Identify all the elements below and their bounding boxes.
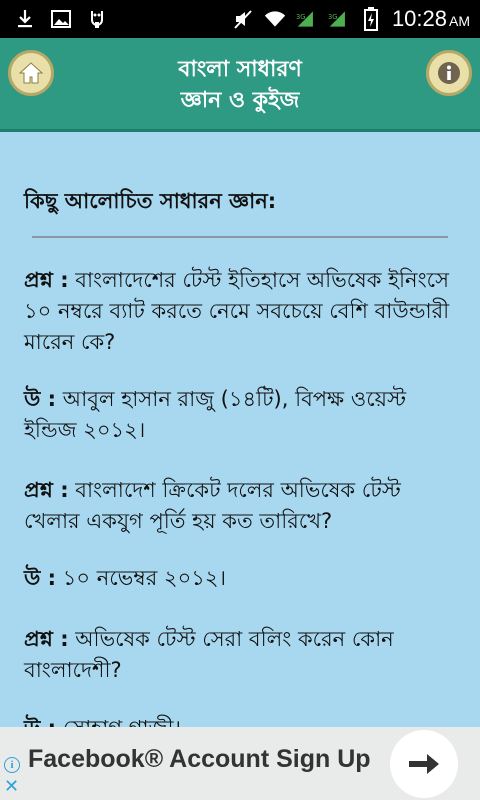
title-line-2: জ্ঞান ও কুইজ xyxy=(180,88,300,113)
qa-item: প্রশ্ন : বাংলাদেশ ক্রিকেট দলের অভিষেক টে… xyxy=(24,475,460,537)
question-label: প্রশ্ন : xyxy=(24,268,69,292)
page-title: বাংলা সাধারণ জ্ঞান ও কুইজ xyxy=(90,54,390,116)
home-button[interactable] xyxy=(8,50,54,96)
ad-info-icon[interactable]: i xyxy=(4,757,20,773)
title-line-1: বাংলা সাধারণ xyxy=(178,57,302,82)
answer-label: উ : xyxy=(24,716,56,727)
answer-text: ১০ নভেম্বর ২০১২। xyxy=(56,566,227,590)
question-text: অভিষেক টেস্ট সেরা বলিং করেন কোন বাংলাদেশ… xyxy=(24,627,394,682)
divider xyxy=(32,236,448,238)
info-button[interactable] xyxy=(426,50,472,96)
ad-arrow-button[interactable] xyxy=(390,730,458,798)
battery-icon xyxy=(360,7,382,31)
answer-text: আবুল হাসান রাজু (১৪টি), বিপক্ষ ওয়েস্ট ই… xyxy=(24,387,407,442)
svg-text:3G: 3G xyxy=(296,13,306,21)
info-icon xyxy=(438,62,460,84)
answer-label: উ : xyxy=(24,566,57,590)
content-area[interactable]: কিছু আলোচিত সাধারন জ্ঞান: প্রশ্ন : বাংলা… xyxy=(0,135,480,727)
qa-item: উ : আবুল হাসান রাজু (১৪টি), বিপক্ষ ওয়েস… xyxy=(24,384,460,446)
signal-icon: 3G xyxy=(296,8,318,30)
ad-text[interactable]: Facebook® Account Sign Up xyxy=(28,745,371,774)
status-bar: 3G 3G 10:28 AM xyxy=(0,0,480,38)
question-label: প্রশ্ন : xyxy=(24,478,69,502)
qa-item: উ : ১০ নভেম্বর ২০১২। xyxy=(24,563,460,594)
section-heading: কিছু আলোচিত সাধারন জ্ঞান: xyxy=(24,189,277,213)
mute-icon xyxy=(232,8,254,30)
question-text: বাংলাদেশ ক্রিকেট দলের অভিষেক টেস্ট খেলার… xyxy=(24,478,401,533)
question-label: প্রশ্ন : xyxy=(24,627,69,651)
clock: 10:28 AM xyxy=(391,6,470,31)
qa-item: উ : সোহাগ গাজী। xyxy=(24,713,460,727)
app-header: বাংলা সাধারণ জ্ঞান ও কুইজ xyxy=(0,38,480,132)
download-icon xyxy=(14,8,36,30)
question-text: বাংলাদেশের টেস্ট ইতিহাসে অভিষেক ইনিংসে ১… xyxy=(24,268,450,354)
qa-item: প্রশ্ন : অভিষেক টেস্ট সেরা বলিং করেন কোন… xyxy=(24,624,460,686)
answer-text: সোহাগ গাজী। xyxy=(56,716,181,727)
answer-label: উ : xyxy=(24,387,57,411)
qa-item: প্রশ্ন : বাংলাদেশের টেস্ট ইতিহাসে অভিষেক… xyxy=(24,265,460,358)
image-icon xyxy=(50,8,72,30)
ad-banner[interactable]: i ✕ Facebook® Account Sign Up xyxy=(0,727,480,800)
arrow-right-icon xyxy=(409,754,439,774)
usb-debug-icon xyxy=(86,8,108,30)
svg-text:3G: 3G xyxy=(328,13,338,21)
home-icon xyxy=(18,62,44,84)
wifi-icon xyxy=(264,8,286,30)
close-icon[interactable]: ✕ xyxy=(4,778,20,796)
signal-icon: 3G xyxy=(328,8,350,30)
